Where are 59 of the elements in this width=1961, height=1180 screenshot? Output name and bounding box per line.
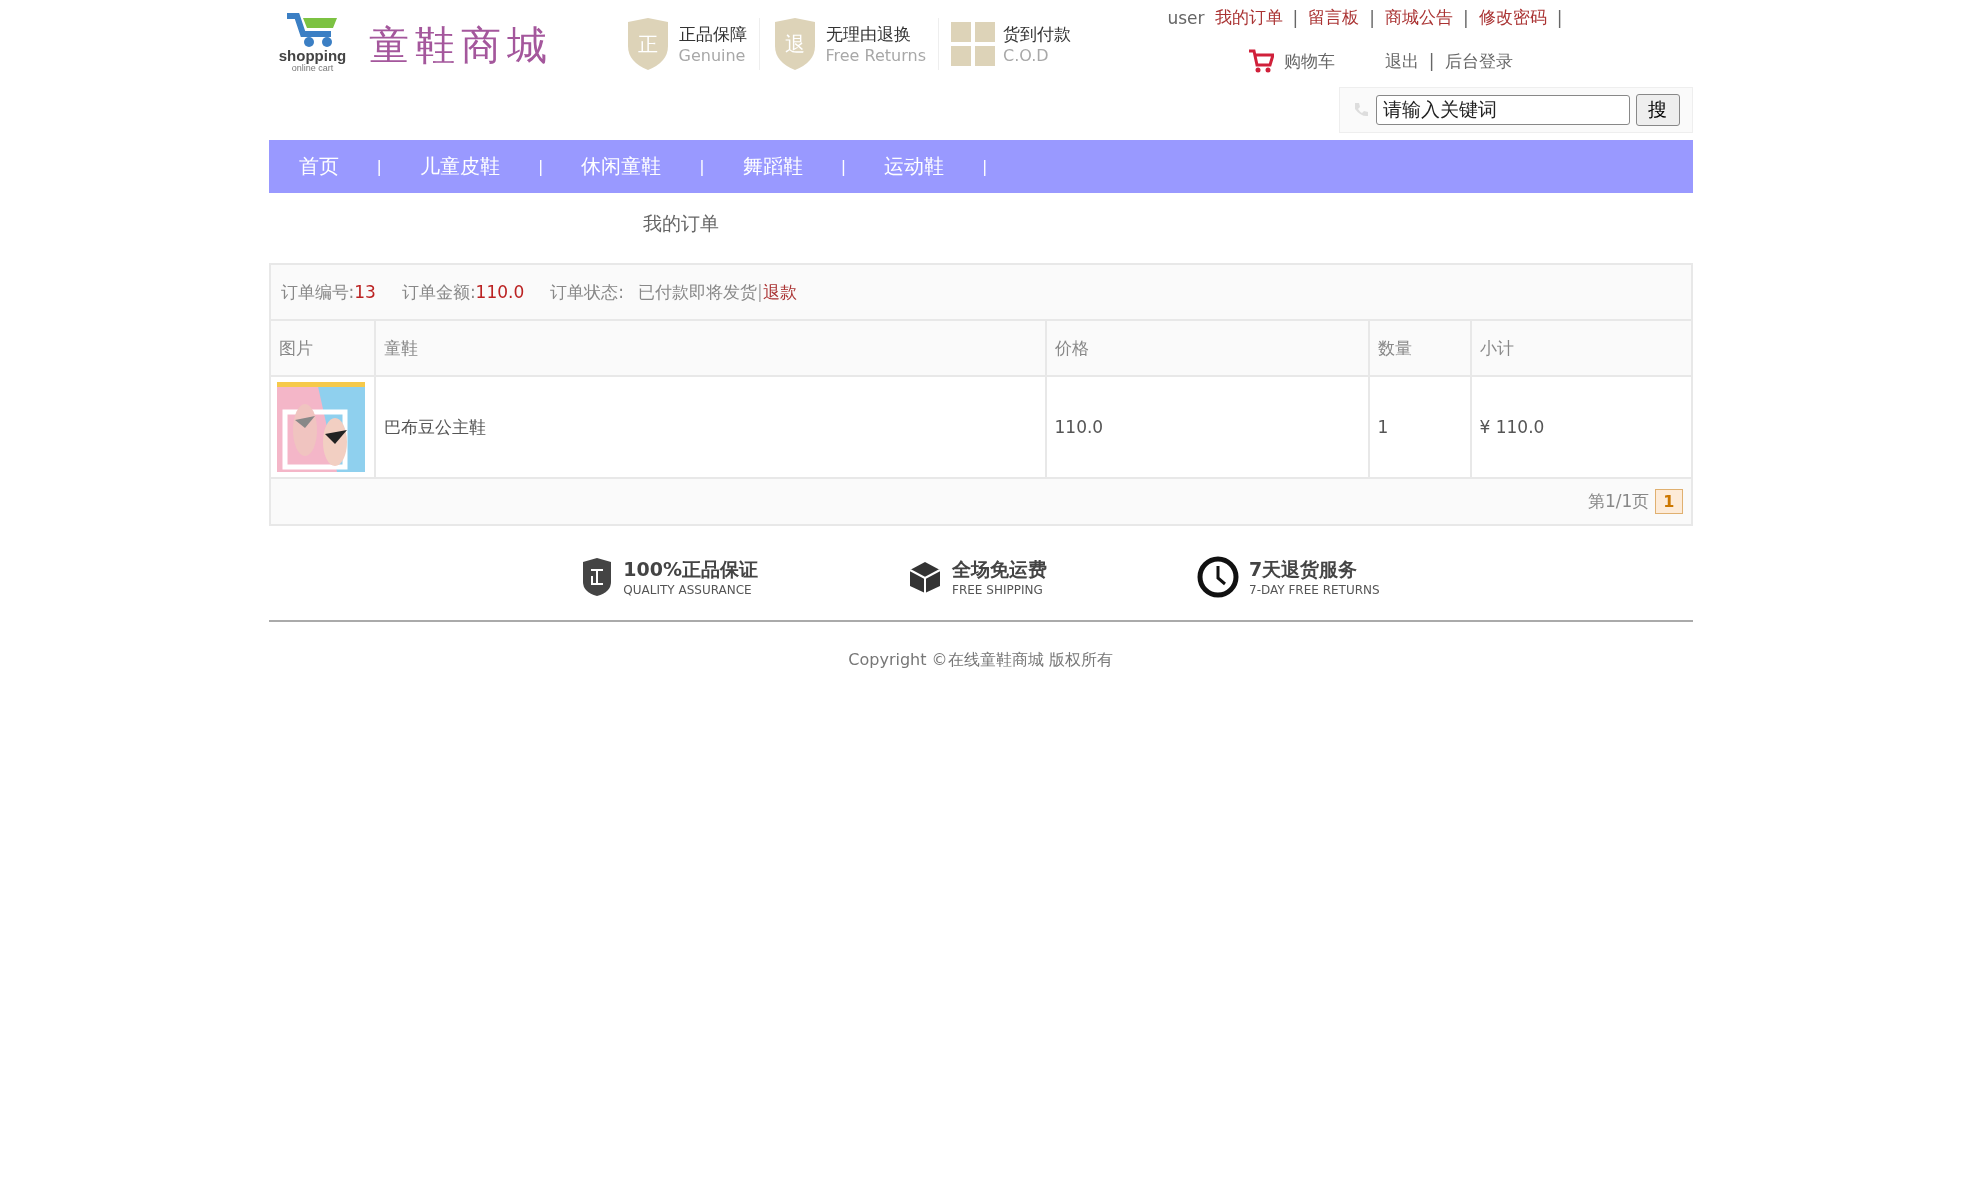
nav-separator: | (376, 157, 382, 176)
feature-title: 全场免运费 (952, 557, 1048, 582)
header-link[interactable]: 留言板 (1308, 6, 1360, 29)
separator: | (757, 281, 763, 302)
cart-icon (1247, 49, 1274, 73)
nav-separator: | (699, 157, 705, 176)
admin-login-link[interactable]: 后台登录 (1444, 49, 1513, 73)
logo-subtext: online cart (291, 63, 334, 73)
feature-title: 7天退货服务 (1249, 557, 1359, 582)
refund-link[interactable]: 退款 (762, 281, 797, 302)
page-summary: 第1/1页 (1588, 490, 1650, 513)
separator: | (1369, 7, 1376, 28)
nav-separator: | (982, 157, 988, 176)
order-status: 已付款即将发货 (638, 281, 757, 302)
badge-title: 正品保障 (678, 23, 747, 46)
site-title: 童鞋商城 (368, 21, 553, 70)
badge-subtitle: Genuine (678, 46, 747, 65)
column-header: 价格 (1044, 319, 1368, 375)
separator: | (1428, 51, 1435, 71)
column-header: 小计 (1469, 319, 1691, 375)
badge-subtitle: C.O.D (1002, 46, 1050, 65)
username: user (1167, 7, 1205, 28)
badge-title: 无理由退换 (825, 23, 912, 46)
separator: | (1556, 7, 1563, 28)
feature-subtitle: QUALITY ASSURANCE (623, 583, 753, 597)
shield-icon (581, 558, 614, 596)
order-number: 13 (354, 281, 376, 302)
table-cell: 1 (1367, 375, 1470, 477)
header-link[interactable]: 修改密码 (1478, 6, 1547, 29)
header-link[interactable]: 商城公告 (1385, 6, 1454, 29)
table-cell: ¥ 110.0 (1469, 375, 1691, 477)
header-link[interactable]: 我的订单 (1214, 6, 1283, 29)
separator: | (1292, 7, 1299, 28)
copyright: Copyright ©在线童鞋商城 版权所有 (848, 650, 1113, 669)
search-button[interactable]: 搜 (1635, 94, 1680, 126)
table-cell: 巴布豆公主鞋 (373, 375, 1045, 477)
column-header: 数量 (1367, 319, 1470, 375)
order-amount: 110.0 (475, 281, 525, 302)
feature-subtitle: 7-DAY FREE RETURNS (1249, 583, 1380, 597)
order-status-label: 订单状态: (550, 280, 624, 304)
separator: | (1463, 7, 1469, 28)
page-title: 我的订单 (642, 212, 719, 234)
clock-icon (1197, 556, 1240, 598)
search-field[interactable]: 请输入关键词 (1375, 95, 1630, 125)
nav-separator: | (537, 157, 544, 176)
order-number-label: 订单编号: (280, 281, 355, 302)
nav-separator: | (840, 157, 847, 176)
order-amount-label: 订单金额: (401, 281, 476, 302)
table-cell: 110.0 (1044, 375, 1368, 477)
cart-link[interactable]: 购物车 (1247, 49, 1335, 73)
feature-title: 100%正品保证 (623, 557, 759, 582)
box-icon (908, 560, 943, 594)
gift-icon (950, 22, 995, 66)
column-header: 童鞋 (373, 319, 1045, 375)
badge-subtitle: Free Returns (825, 46, 926, 65)
logout-link[interactable]: 退出 (1384, 49, 1419, 73)
feature-subtitle: FREE SHIPPING (952, 583, 1044, 597)
logo-text: shopping (278, 48, 347, 63)
badge-title: 货到付款 (1002, 23, 1071, 46)
